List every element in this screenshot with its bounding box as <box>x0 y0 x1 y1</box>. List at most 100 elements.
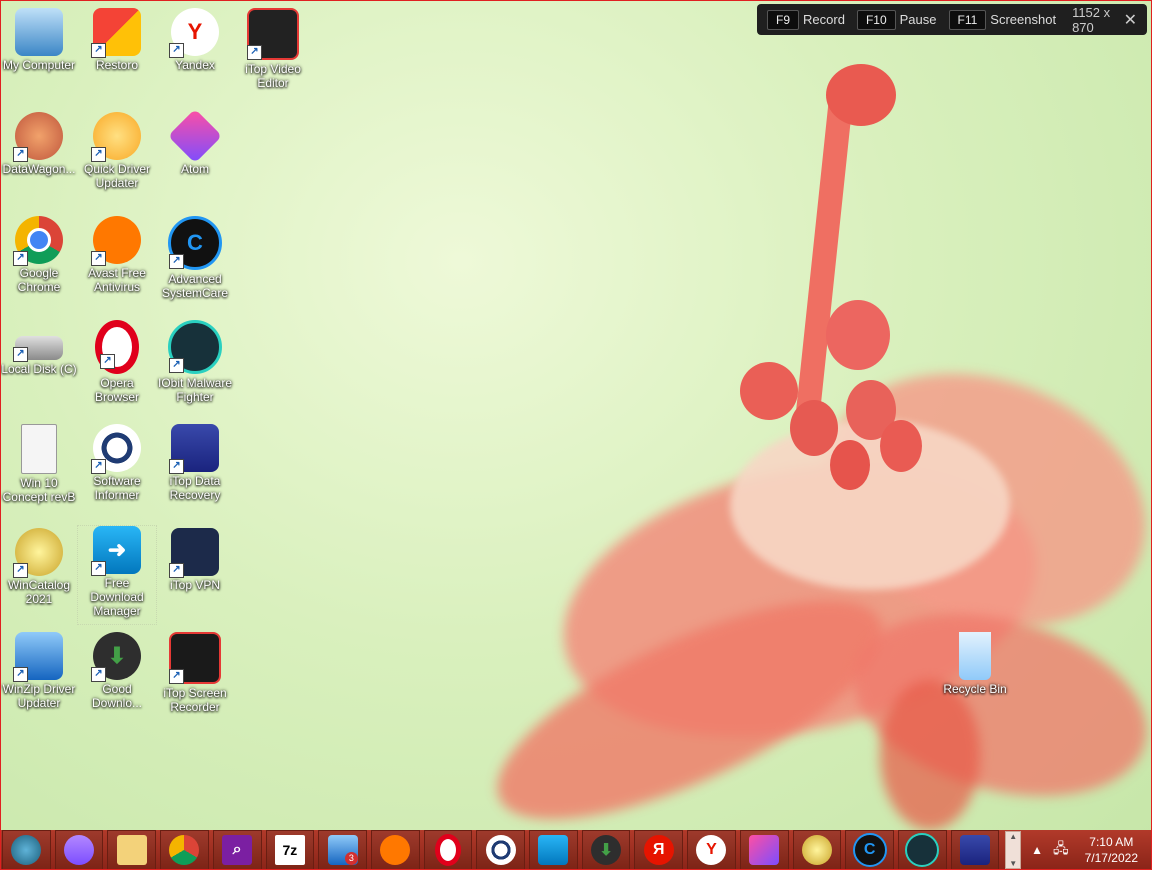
desktop-icon-free-download-manager[interactable]: ➜ ↗ Free Download Manager <box>77 525 157 625</box>
taskbar-avast[interactable] <box>370 830 420 870</box>
screenshot-hotkey[interactable]: F11 <box>948 9 987 30</box>
capture-size: 1152 x 870 <box>1072 4 1111 35</box>
taskbar-yandex-browser[interactable]: Y <box>687 830 736 870</box>
desktop-icon-winzip-driver-updater[interactable]: ↗ WinZip Driver Updater <box>0 632 78 710</box>
winzip-icon: ↗ <box>13 632 63 682</box>
close-icon[interactable]: ✕ <box>1124 10 1137 30</box>
wincatalog-icon <box>801 835 832 865</box>
shield-icon: ↗ <box>168 320 222 374</box>
chevron-up-icon[interactable]: ▲ <box>1009 832 1017 841</box>
yandex-icon: Y ↗ <box>169 8 219 58</box>
screenshot-label[interactable]: Screenshot <box>990 12 1056 27</box>
computer-icon <box>15 8 63 56</box>
data-recovery-icon <box>960 835 990 865</box>
desktop-icon-atom[interactable]: Atom <box>156 108 234 176</box>
system-tray: ▲ 🖧 7:10 AM 7/17/2022 <box>1021 834 1152 866</box>
taskbar-advanced-systemcare[interactable]: C <box>845 830 894 870</box>
taskbar-iobit-malware-fighter[interactable] <box>897 830 947 870</box>
avast-icon: ↗ <box>91 216 141 266</box>
download-arrow-icon: ⬇ ↗ <box>91 632 141 682</box>
taskbar-7zip[interactable]: 7z <box>265 830 315 870</box>
desktop-icon-google-chrome[interactable]: ↗ Google Chrome <box>0 216 78 294</box>
recycle-bin-icon <box>959 632 991 680</box>
screen-recorder-icon: ↗ <box>169 632 221 684</box>
download-arrow-icon: ⬇ <box>591 835 622 865</box>
chrome-icon <box>169 835 200 865</box>
video-editor-icon: ↗ <box>247 8 299 60</box>
pause-label[interactable]: Pause <box>900 12 937 27</box>
desktop-icon-good-download[interactable]: ⬇ ↗ Good Downlo... <box>78 632 156 710</box>
disk-icon: ↗ <box>13 336 63 362</box>
software-informer-icon <box>485 835 516 865</box>
desktop-icon-advanced-systemcare[interactable]: C ↗ Advanced SystemCare <box>156 216 234 300</box>
taskbar-scroll-control[interactable]: ▲ ▼ <box>1005 831 1021 869</box>
download-manager-icon: ➜ ↗ <box>91 526 141 576</box>
taskbar-atom[interactable] <box>739 830 789 870</box>
desktop-icon-itop-screen-recorder[interactable]: ↗ iTop Screen Recorder <box>156 632 234 714</box>
atom-icon <box>749 835 780 865</box>
pause-hotkey[interactable]: F10 <box>856 9 896 30</box>
desktop-icon-avast[interactable]: ↗ Avast Free Antivirus <box>78 216 156 294</box>
taskbar-software-informer[interactable] <box>476 830 526 870</box>
desktop-icon-datawagon[interactable]: ↗ DataWagon... <box>0 112 78 176</box>
taskbar-opera[interactable] <box>423 830 473 870</box>
taskbar-yandex[interactable]: Я <box>634 830 684 870</box>
clock-time: 7:10 AM <box>1089 835 1134 849</box>
taskbar-alice[interactable] <box>54 830 104 870</box>
start-orb-icon <box>11 835 42 865</box>
taskbar-good-download[interactable]: ⬇ <box>581 830 631 870</box>
start-button[interactable] <box>2 830 51 870</box>
desktop-icon-quick-driver-updater[interactable]: ↗ Quick Driver Updater <box>78 112 156 190</box>
wincatalog-icon: ↗ <box>13 528 63 578</box>
desktop-icon-wincatalog[interactable]: ↗ WinCatalog 2021 <box>0 528 78 606</box>
taskbar-search-tool[interactable]: ⌕ <box>212 830 262 870</box>
recorder-toolbar: F9 Record F10 Pause F11 Screenshot 1152 … <box>757 4 1147 35</box>
desktop-icon-itop-vpn[interactable]: ↗ iTop VPN <box>156 528 234 592</box>
desktop-icon-restoro[interactable]: ↗ Restoro <box>78 8 156 72</box>
chrome-icon: ↗ <box>13 216 63 266</box>
chevron-down-icon[interactable]: ▼ <box>1009 859 1017 868</box>
opera-icon: ↗ <box>95 320 139 374</box>
data-recovery-icon: ↗ <box>169 424 219 474</box>
sevenzip-icon: 7z <box>274 835 305 865</box>
desktop-icon-itop-data-recovery[interactable]: ↗ iTop Data Recovery <box>156 424 234 502</box>
download-manager-icon <box>538 835 569 865</box>
alice-assistant-icon <box>64 835 95 865</box>
desktop-icon-local-disk[interactable]: ↗ Local Disk (C) <box>0 320 78 376</box>
desktop-icon-itop-video-editor[interactable]: ↗ iTop Video Editor <box>234 8 312 90</box>
desktop-icon-iobit-malware-fighter[interactable]: ↗ IObit Malware Fighter <box>156 320 234 404</box>
search-icon: ⌕ <box>222 835 253 865</box>
yandex-icon: Я <box>643 835 674 865</box>
taskbar: ⌕ 7z 3 ⬇ Я Y C ▲ ▼ ▲ 🖧 7:10 AM 7/17/2022 <box>0 830 1152 870</box>
taskbar-driver-updater[interactable]: 3 <box>318 830 367 870</box>
driver-updater-icon: ↗ <box>91 112 141 162</box>
datawagon-icon: ↗ <box>13 112 63 162</box>
restoro-icon: ↗ <box>91 8 141 58</box>
taskbar-wincatalog[interactable] <box>792 830 842 870</box>
network-icon[interactable]: 🖧 <box>1053 838 1069 862</box>
desktop-icon-software-informer[interactable]: ↗ Software Informer <box>78 424 156 502</box>
desktop-icon-yandex[interactable]: Y ↗ Yandex <box>156 8 234 72</box>
document-icon <box>21 424 57 474</box>
record-label[interactable]: Record <box>803 12 845 27</box>
systemcare-icon: C <box>852 833 887 867</box>
clock[interactable]: 7:10 AM 7/17/2022 <box>1085 834 1138 866</box>
systemcare-icon: C ↗ <box>168 216 222 270</box>
desktop-icon-recycle-bin[interactable]: Recycle Bin <box>936 632 1014 696</box>
record-hotkey[interactable]: F9 <box>767 9 800 30</box>
desktop-icon-opera[interactable]: ↗ Opera Browser <box>78 320 156 404</box>
avast-icon <box>380 835 411 865</box>
taskbar-free-download-manager[interactable] <box>529 830 578 870</box>
desktop-icon-my-computer[interactable]: My Computer <box>0 8 78 72</box>
atom-icon <box>167 108 223 164</box>
opera-icon <box>434 834 461 866</box>
show-hidden-icons-icon[interactable]: ▲ <box>1031 843 1043 857</box>
folder-icon <box>116 835 147 865</box>
vpn-icon: ↗ <box>169 528 219 578</box>
taskbar-file-explorer[interactable] <box>107 830 157 870</box>
taskbar-itop-data-recovery[interactable] <box>950 830 1000 870</box>
software-informer-icon: ↗ <box>91 424 141 474</box>
taskbar-chrome[interactable] <box>160 830 209 870</box>
desktop-icon-win10-concept[interactable]: Win 10 Concept revB <box>0 424 78 504</box>
shield-icon <box>905 833 940 867</box>
